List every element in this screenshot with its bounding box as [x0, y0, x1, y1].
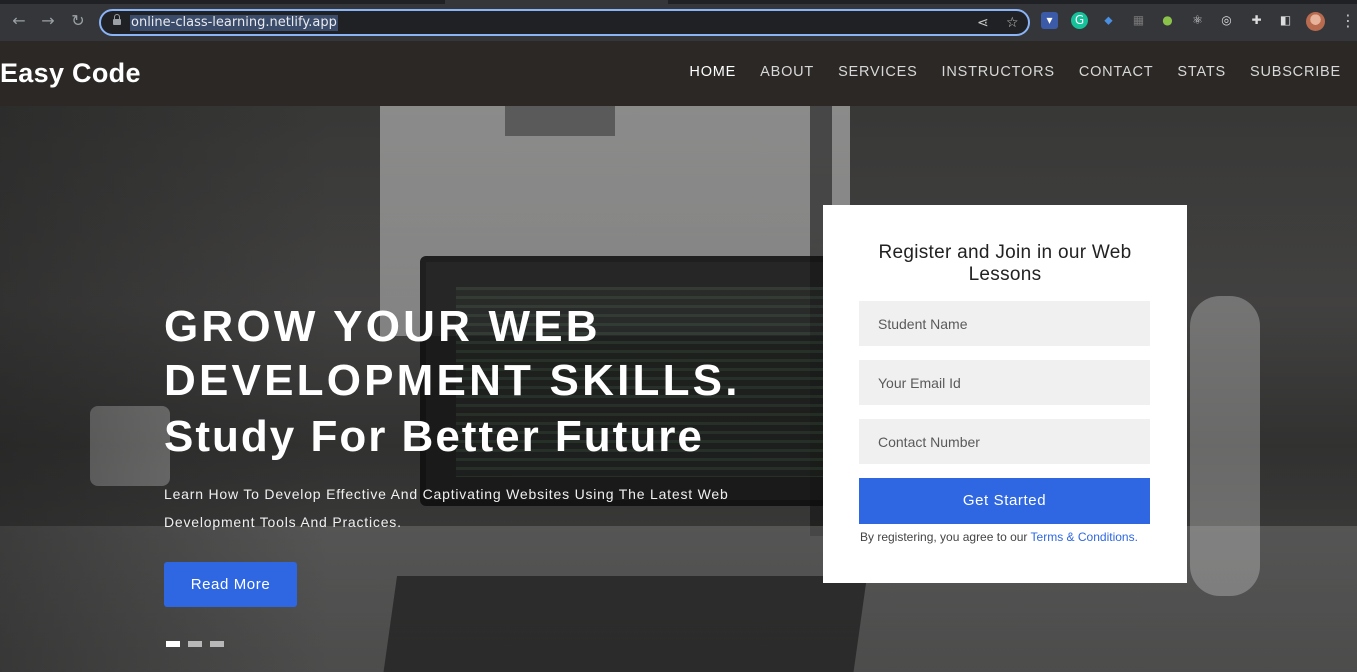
tab-strip: [0, 0, 1357, 4]
frog-icon[interactable]: ●: [1159, 12, 1176, 29]
puzzle-icon[interactable]: ✚: [1248, 12, 1265, 29]
register-title: Register and Join in our Web Lessons: [878, 242, 1132, 285]
nav-subscribe[interactable]: SUBSCRIBE: [1250, 63, 1341, 81]
register-card: Register and Join in our Web Lessons Get…: [823, 205, 1187, 583]
nav-about[interactable]: ABOUT: [760, 63, 814, 81]
contact-number-input[interactable]: [859, 419, 1150, 464]
star-icon[interactable]: ☆: [1006, 14, 1019, 32]
carousel-dot[interactable]: [188, 641, 202, 647]
more-menu-icon[interactable]: ⋮: [1340, 12, 1356, 30]
nav-home[interactable]: HOME: [689, 63, 736, 81]
arrow-right-icon[interactable]: →: [39, 12, 57, 30]
student-name-input[interactable]: [859, 301, 1150, 346]
lock-icon[interactable]: [113, 14, 121, 26]
side-panel-icon[interactable]: ◧: [1277, 12, 1294, 29]
share-icon[interactable]: ⋖: [977, 14, 989, 32]
ruler-icon[interactable]: ▦: [1130, 12, 1147, 29]
active-tab-hint[interactable]: [445, 0, 668, 4]
terms-text: By registering, you agree to our Terms &…: [860, 530, 1138, 544]
read-more-button[interactable]: Read More: [164, 562, 297, 607]
email-input[interactable]: [859, 360, 1150, 405]
nav-instructors[interactable]: INSTRUCTORS: [942, 63, 1055, 81]
main-nav: HOME ABOUT SERVICES INSTRUCTORS CONTACT …: [689, 63, 1341, 81]
carousel-dot[interactable]: [210, 641, 224, 647]
download-extension-icon[interactable]: ▾: [1041, 12, 1058, 29]
nav-stats[interactable]: STATS: [1177, 63, 1226, 81]
hero-description: Learn How To Develop Effective And Capti…: [164, 486, 729, 530]
get-started-button[interactable]: Get Started: [859, 478, 1150, 524]
profile-avatar[interactable]: [1306, 12, 1325, 31]
hero-subtitle: Study For Better Future: [164, 412, 704, 461]
site-header: Easy Code HOME ABOUT SERVICES INSTRUCTOR…: [0, 41, 1357, 106]
terms-prefix: By registering, you agree to our: [860, 530, 1031, 544]
arrow-left-icon[interactable]: ←: [10, 12, 28, 30]
brand-logo[interactable]: Easy Code: [0, 57, 141, 89]
react-icon[interactable]: ⚛: [1189, 12, 1206, 29]
nav-services[interactable]: SERVICES: [838, 63, 917, 81]
browser-toolbar: ← → ↻ online-class-learning.netlify.app …: [0, 0, 1357, 41]
graduation-cap-icon[interactable]: ⬥: [1100, 12, 1117, 29]
address-bar[interactable]: online-class-learning.netlify.app ⋖ ☆: [99, 9, 1030, 36]
nav-contact[interactable]: CONTACT: [1079, 63, 1154, 81]
carousel-indicators: [166, 641, 224, 647]
grammarly-icon[interactable]: G: [1071, 12, 1088, 29]
reload-icon[interactable]: ↻: [69, 12, 87, 30]
carousel-dot[interactable]: [166, 641, 180, 647]
target-icon[interactable]: ◎: [1218, 12, 1235, 29]
hero-title: GROW YOUR WEB DEVELOPMENT SKILLS.: [164, 302, 741, 405]
terms-link[interactable]: Terms & Conditions.: [1031, 530, 1138, 544]
url-text[interactable]: online-class-learning.netlify.app: [130, 15, 338, 31]
